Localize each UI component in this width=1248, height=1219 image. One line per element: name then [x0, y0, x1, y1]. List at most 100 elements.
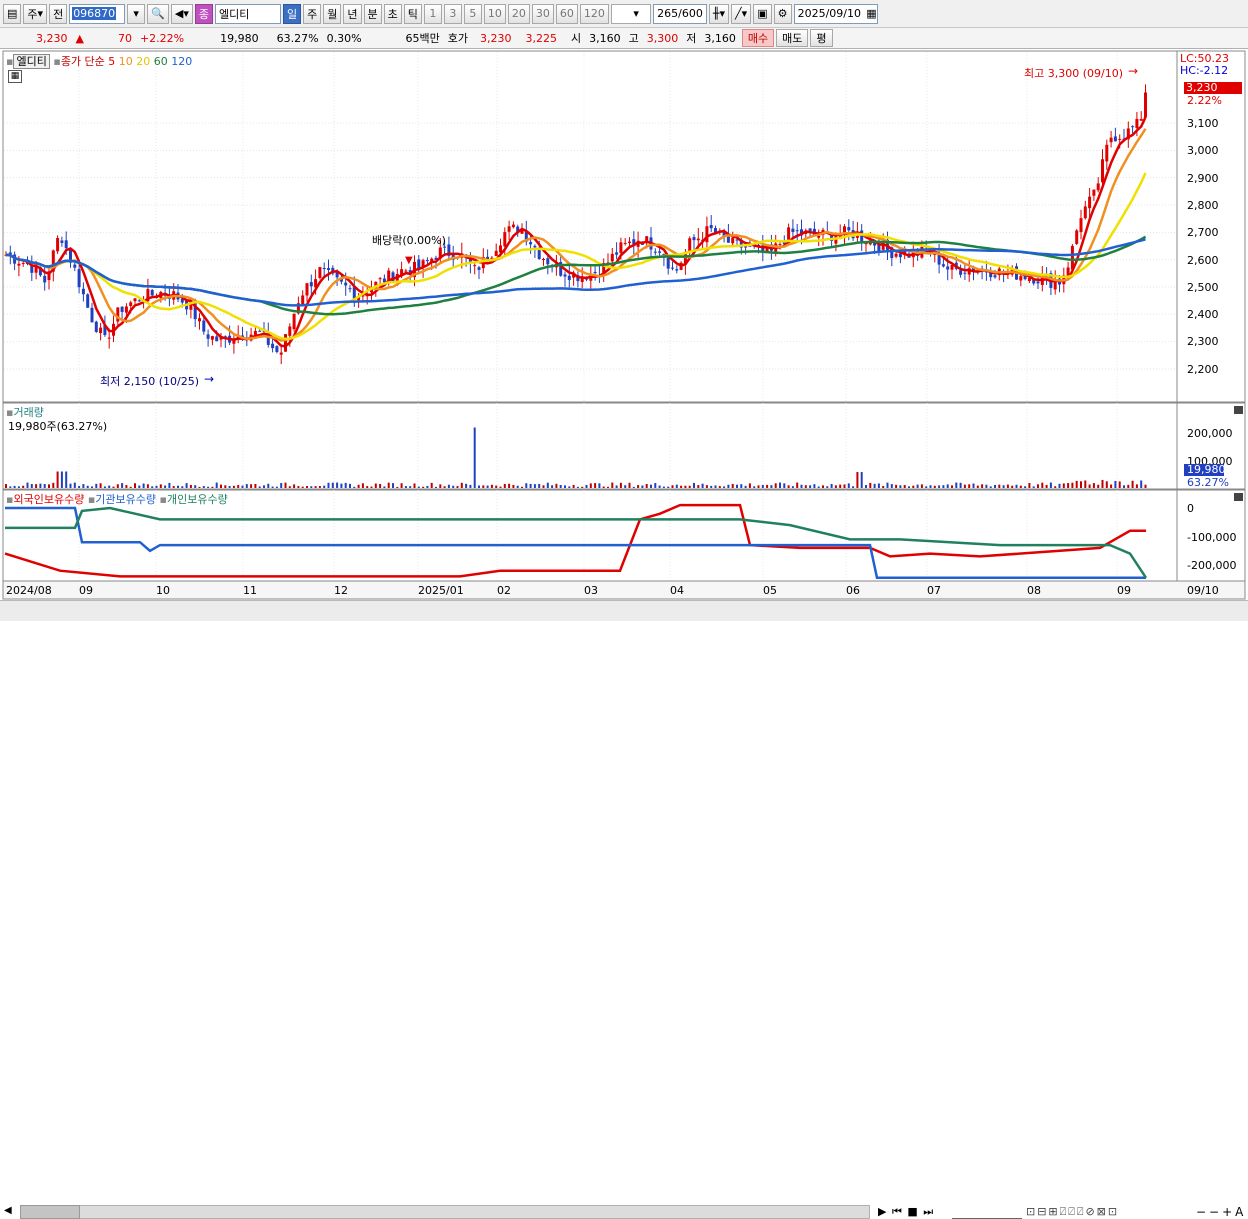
candle-body — [533, 245, 537, 248]
candle-body — [73, 264, 77, 268]
volume-bar — [774, 483, 777, 488]
panel-stock-name: 엘디티 — [13, 54, 50, 69]
candle-type-icon[interactable]: ╫▾ — [708, 3, 730, 24]
volume-bar — [82, 484, 85, 488]
tab-second[interactable]: 초 — [383, 3, 402, 24]
volume-bar — [396, 486, 399, 488]
zoom-slider[interactable] — [952, 1205, 1022, 1219]
custom-period-select[interactable]: ▾ — [610, 3, 651, 24]
tab-year[interactable]: 년 — [343, 3, 362, 24]
volume-bar — [757, 485, 760, 488]
volume-bar — [495, 485, 498, 488]
playback-controls[interactable]: ▶ ⏮ ■ ⏭ — [878, 1205, 934, 1219]
volume-bar — [306, 486, 308, 488]
volume-bar — [736, 484, 738, 488]
minute-10-button[interactable]: 10 — [483, 3, 506, 24]
holding-legend: ▪외국인보유수량 ▪기관보유수량 ▪개인보유수량 — [6, 491, 228, 507]
market-badge: 종 — [194, 3, 213, 24]
eval-button[interactable]: 평 — [810, 29, 833, 47]
draw-tool-icon[interactable]: ╱▾ — [731, 3, 752, 24]
candle-body — [688, 238, 692, 253]
volume-bar — [301, 486, 304, 488]
volume-bar — [473, 427, 476, 488]
chart-canvas[interactable] — [0, 50, 1248, 600]
candle-body — [1019, 276, 1023, 281]
bottom-bar: ◀ ▶ ⏮ ■ ⏭ ⊡⊟⊞⍁⍁⍁⊘⊠⊡ −−+A — [0, 600, 1248, 1219]
volume-bar — [439, 484, 442, 488]
volume-bar — [503, 483, 506, 488]
tab-tick[interactable]: 틱 — [403, 3, 422, 24]
minute-120-button[interactable]: 120 — [579, 3, 609, 24]
volume-bar — [392, 483, 394, 488]
x-tick: 12 — [334, 584, 348, 597]
chart-tools-icons[interactable]: ⊡⊟⊞⍁⍁⍁⊘⊠⊡ — [1026, 1205, 1119, 1219]
chart-area[interactable]: ▪ 엘디티 ▪종가 단순 5 10 20 60 120 ▦ LC:50.23 HC… — [0, 50, 1248, 600]
tab-day[interactable]: 일 — [283, 3, 302, 24]
volume-bar — [237, 485, 240, 488]
period-type-select[interactable]: 주 ▾ — [23, 3, 48, 24]
minute-60-button[interactable]: 60 — [555, 3, 578, 24]
minute-1-button[interactable]: 1 — [423, 3, 442, 24]
date-field[interactable]: 2025/09/10 ▦ — [793, 3, 878, 24]
scrollbar-track[interactable] — [20, 1205, 870, 1219]
volume-bar — [585, 485, 588, 488]
prev-label: 전 — [53, 7, 64, 21]
holding-panel-close-icon[interactable] — [1234, 493, 1243, 501]
calendar-icon[interactable]: ▦ — [866, 7, 876, 20]
candle-body — [494, 250, 498, 257]
zoom-controls[interactable]: −−+A — [1196, 1205, 1246, 1219]
volume-bar — [220, 484, 222, 488]
price-tick: 3,000 — [1187, 144, 1219, 157]
count-max: /600 — [678, 7, 703, 20]
volume-bar — [177, 485, 179, 488]
volume-bar — [723, 486, 726, 488]
volume-bar — [791, 486, 794, 488]
volume-bar — [224, 485, 227, 488]
volume-bar — [714, 485, 717, 488]
volume-bar — [882, 486, 885, 488]
volume-bar — [73, 482, 76, 488]
buy-button[interactable]: 매수 — [741, 29, 775, 47]
volume-bar — [138, 485, 141, 488]
candle-body — [210, 336, 214, 340]
count-field[interactable]: 265/600 — [652, 3, 707, 24]
volume-bar — [727, 484, 730, 488]
volume-bar — [748, 483, 751, 488]
volume-bar — [912, 485, 915, 488]
layout-icon[interactable]: ▤ — [3, 3, 22, 24]
price-tick: 2,600 — [1187, 254, 1219, 267]
minute-20-button[interactable]: 20 — [507, 3, 530, 24]
high-label: 고 — [628, 32, 639, 45]
scroll-left-icon[interactable]: ◀ — [4, 1205, 16, 1219]
prev-button[interactable]: 전 — [49, 3, 68, 24]
price-tick: 2,200 — [1187, 363, 1219, 376]
tab-minute[interactable]: 분 — [363, 3, 382, 24]
volume-panel-close-icon[interactable] — [1234, 406, 1243, 414]
volume-bar — [546, 482, 549, 488]
speaker-icon[interactable]: ◀▾ — [170, 3, 193, 24]
sell-button[interactable]: 매도 — [776, 29, 809, 47]
x-tick: 11 — [243, 584, 257, 597]
minute-5-button[interactable]: 5 — [463, 3, 482, 24]
table-icon[interactable]: ▦ — [8, 70, 22, 83]
quote-bar: 3,230 ▲ 70 +2.22% 19,980 63.27% 0.30% 65… — [0, 28, 1248, 49]
volume-bar — [538, 483, 541, 488]
volume-bar — [671, 485, 674, 488]
stock-name-field[interactable]: 엘디티 — [215, 3, 281, 24]
minute-3-button[interactable]: 3 — [443, 3, 462, 24]
code-dropdown-icon[interactable]: ▾ — [127, 3, 146, 24]
volume-bar — [740, 484, 743, 488]
volume-bar — [654, 483, 657, 488]
volume-bar — [379, 483, 382, 488]
tab-week[interactable]: 주 — [303, 3, 322, 24]
gear-icon[interactable]: ⚙ — [773, 3, 792, 24]
minute-30-button[interactable]: 30 — [531, 3, 554, 24]
candle-body — [1083, 206, 1087, 219]
stock-code-input[interactable]: 096870 — [69, 3, 126, 24]
save-icon[interactable]: ▣ — [753, 3, 772, 24]
candle-body — [425, 260, 429, 262]
volume-bar — [426, 485, 429, 488]
scrollbar-thumb[interactable] — [20, 1205, 80, 1219]
tab-month[interactable]: 월 — [323, 3, 342, 24]
search-icon[interactable]: 🔍 — [147, 3, 169, 24]
